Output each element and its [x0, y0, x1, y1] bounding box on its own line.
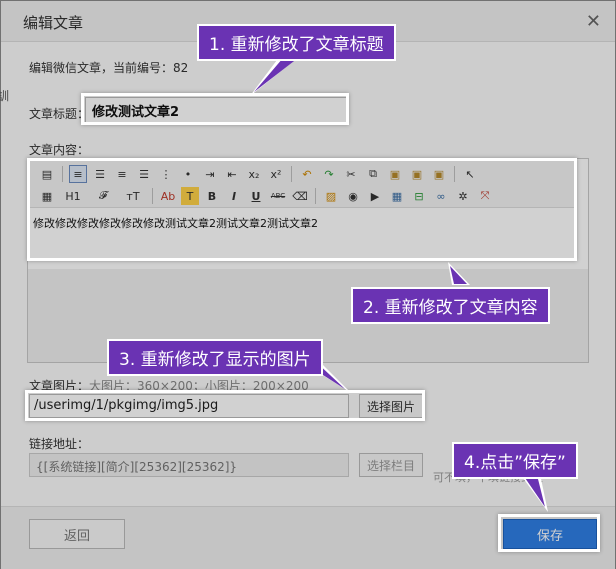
callout-4: 4.点击”保存”	[452, 442, 578, 479]
callout-pointers	[250, 56, 548, 512]
callout-3: 3. 重新修改了显示的图片	[107, 339, 323, 376]
callout-1: 1. 重新修改了文章标题	[197, 24, 396, 61]
callout-2: 2. 重新修改了文章内容	[351, 287, 550, 324]
